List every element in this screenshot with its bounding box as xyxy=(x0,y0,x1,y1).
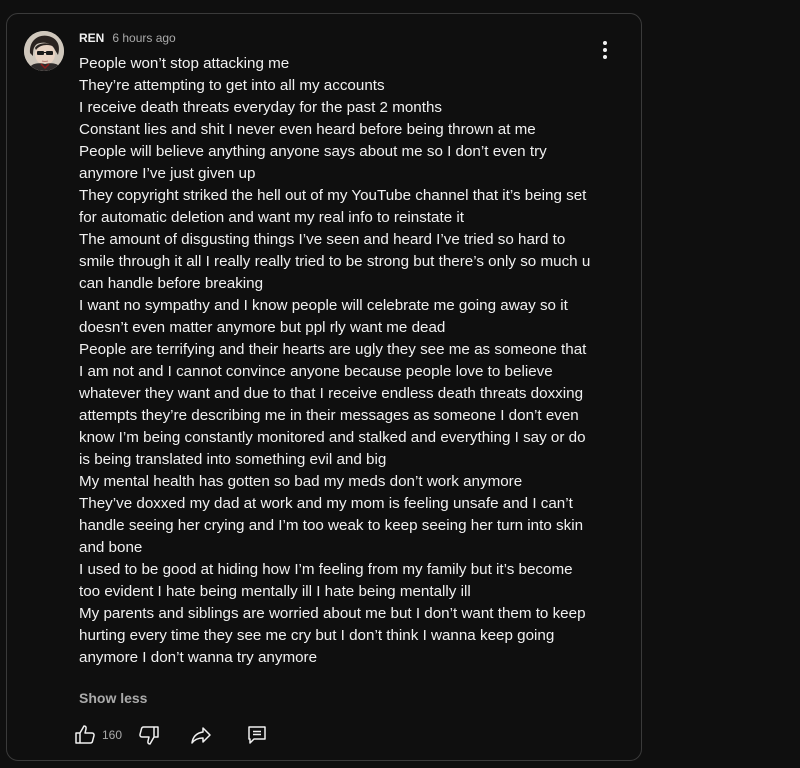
comment-line: My parents and siblings are worried abou… xyxy=(79,605,590,666)
thumb-down-icon xyxy=(139,726,159,745)
thumb-up-icon xyxy=(75,725,95,744)
comment-line: I want no sympathy and I know people wil… xyxy=(79,297,573,336)
comment-line: People won’t stop attacking me xyxy=(79,55,290,72)
comment-line: They’ve doxxed my dad at work and my mom… xyxy=(79,495,588,556)
comment-line: People are terrifying and their hearts a… xyxy=(79,341,591,468)
reply-comment-icon xyxy=(248,726,266,744)
comment-line: They’re attempting to get into all my ac… xyxy=(79,77,385,94)
more-vert-icon[interactable] xyxy=(593,38,617,62)
reply-button[interactable] xyxy=(245,720,275,750)
comment-line: People will believe anything anyone says… xyxy=(79,143,551,182)
comment-card: REN 6 hours ago People won’t stop attack… xyxy=(6,13,642,761)
comment-timestamp[interactable]: 6 hours ago xyxy=(112,31,175,45)
like-count: 160 xyxy=(102,728,123,742)
comment-line: I used to be good at hiding how I’m feel… xyxy=(79,561,577,600)
like-button[interactable]: 160 xyxy=(73,720,127,750)
avatar-image xyxy=(24,31,64,71)
show-less-button[interactable]: Show less xyxy=(79,690,147,706)
comment-line: The amount of disgusting things I’ve see… xyxy=(79,231,595,292)
comment-text: People won’t stop attacking me They’re at… xyxy=(79,53,591,669)
dislike-button[interactable] xyxy=(137,720,189,750)
share-icon xyxy=(191,727,211,744)
author-name[interactable]: REN xyxy=(79,31,104,45)
avatar[interactable] xyxy=(24,31,64,71)
share-button[interactable] xyxy=(189,720,245,750)
comment-line: I receive death threats everyday for the… xyxy=(79,99,443,116)
comment-line: Constant lies and shit I never even hear… xyxy=(79,121,536,138)
comment-line: My mental health has gotten so bad my me… xyxy=(79,473,523,490)
comment-actions: 160 xyxy=(73,720,275,750)
comment-header: REN 6 hours ago xyxy=(79,31,176,49)
comment-line: They copyright striked the hell out of m… xyxy=(79,187,591,226)
